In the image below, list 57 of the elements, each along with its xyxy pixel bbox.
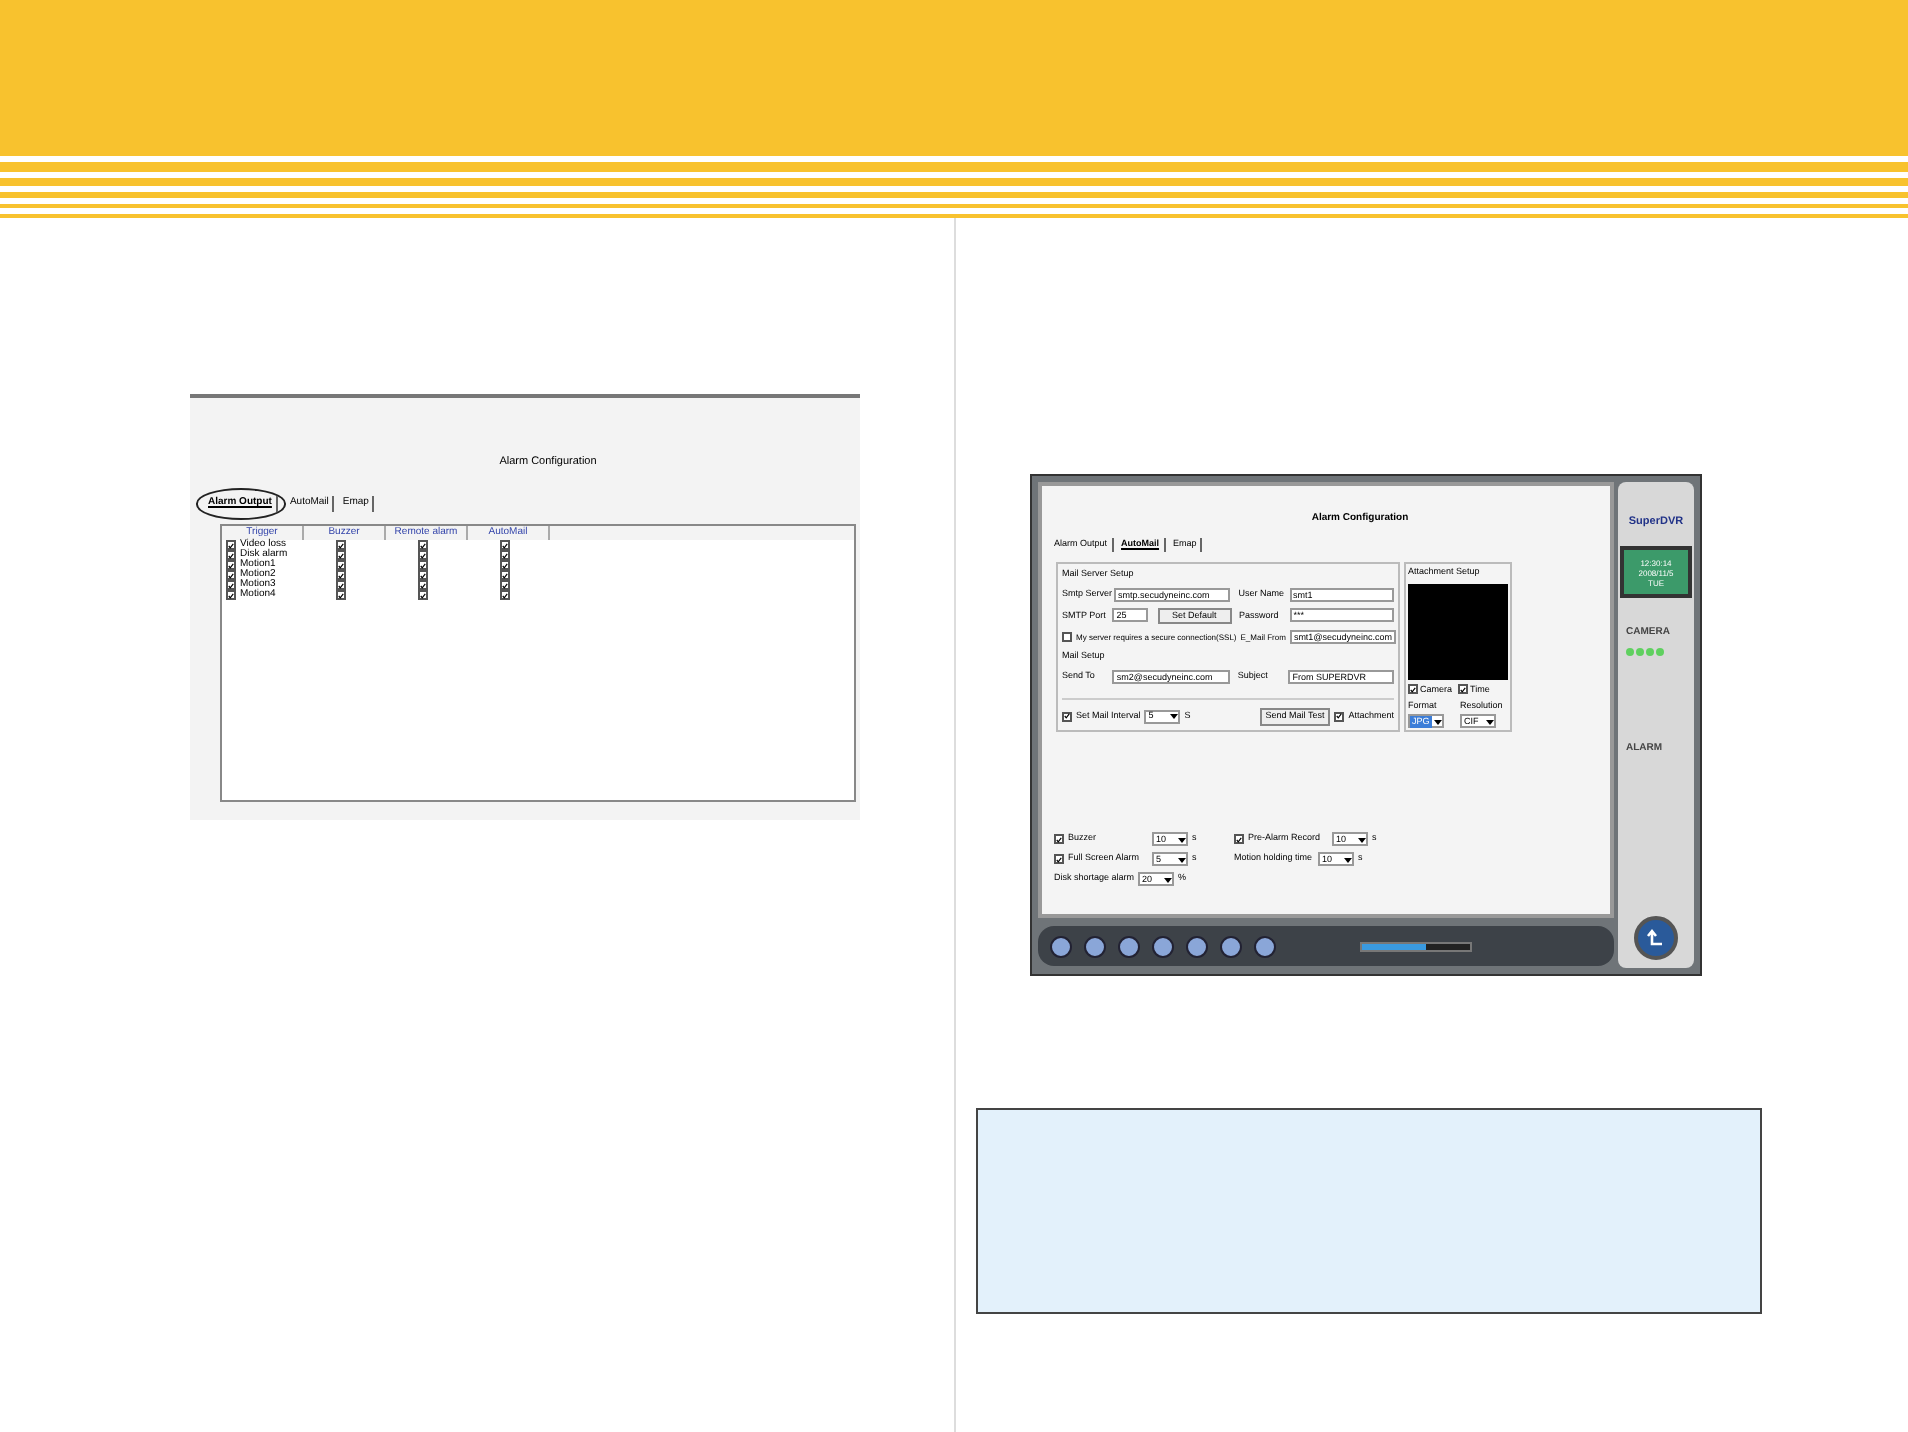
- round-toolbar-button[interactable]: [1186, 935, 1208, 957]
- checkbox[interactable]: [418, 550, 428, 561]
- checkbox[interactable]: [1062, 711, 1072, 722]
- checkmark-icon: [1056, 855, 1062, 863]
- checkbox[interactable]: [226, 580, 236, 591]
- round-toolbar-button[interactable]: [1220, 935, 1242, 957]
- checkbox[interactable]: [1234, 834, 1244, 844]
- caret-icon: [1486, 717, 1494, 725]
- checkbox[interactable]: [418, 560, 428, 571]
- checkbox[interactable]: [500, 540, 510, 551]
- checkbox[interactable]: [226, 560, 236, 571]
- caret-icon: [1358, 835, 1366, 843]
- checkbox[interactable]: [336, 570, 346, 581]
- return-arrow-icon: [1646, 928, 1666, 948]
- checkbox[interactable]: [226, 550, 236, 561]
- checkbox[interactable]: [500, 590, 510, 601]
- round-toolbar-button[interactable]: [1084, 935, 1106, 957]
- checkbox[interactable]: [1458, 684, 1468, 695]
- checkbox[interactable]: [336, 590, 346, 601]
- round-toolbar-button[interactable]: [1254, 935, 1276, 957]
- caret-icon: [1434, 717, 1442, 725]
- checkbox[interactable]: [418, 580, 428, 591]
- round-toolbar-button[interactable]: [1152, 935, 1174, 957]
- round-toolbar-button[interactable]: [1050, 935, 1072, 957]
- checkbox[interactable]: [500, 550, 510, 561]
- caret-icon: [1164, 875, 1172, 883]
- checkbox[interactable]: [418, 590, 428, 601]
- round-toolbar-button[interactable]: [1118, 935, 1140, 957]
- checkbox[interactable]: [336, 540, 346, 551]
- checkmark-icon: [1064, 712, 1070, 721]
- checkmark-icon: [1236, 835, 1242, 843]
- checkbox[interactable]: [336, 550, 346, 561]
- checkbox[interactable]: [1054, 854, 1064, 864]
- checkbox[interactable]: [336, 560, 346, 571]
- checkbox[interactable]: [418, 540, 428, 551]
- caret-icon: [1170, 712, 1179, 721]
- checkbox[interactable]: [226, 540, 236, 551]
- checkbox[interactable]: [500, 570, 510, 581]
- checkmark-icon: [1460, 685, 1466, 694]
- checkbox[interactable]: [1334, 711, 1345, 722]
- caret-icon: [1178, 855, 1186, 863]
- back-button[interactable]: [1634, 916, 1678, 960]
- checkbox[interactable]: [226, 590, 236, 601]
- checkbox[interactable]: [226, 570, 236, 581]
- checkbox[interactable]: [1408, 684, 1418, 695]
- checkbox[interactable]: [418, 570, 428, 581]
- caret-icon: [1178, 835, 1186, 843]
- checkbox[interactable]: [500, 580, 510, 591]
- checkmark-icon: [1410, 685, 1416, 694]
- checkmark-icon: [1056, 835, 1062, 843]
- checkbox[interactable]: [1054, 834, 1064, 844]
- checkbox[interactable]: [500, 560, 510, 571]
- caret-icon: [1344, 855, 1352, 863]
- checkbox[interactable]: [1062, 632, 1072, 643]
- checkmark-icon: [1336, 712, 1343, 721]
- video-preview: [1408, 583, 1508, 679]
- checkbox[interactable]: [336, 580, 346, 591]
